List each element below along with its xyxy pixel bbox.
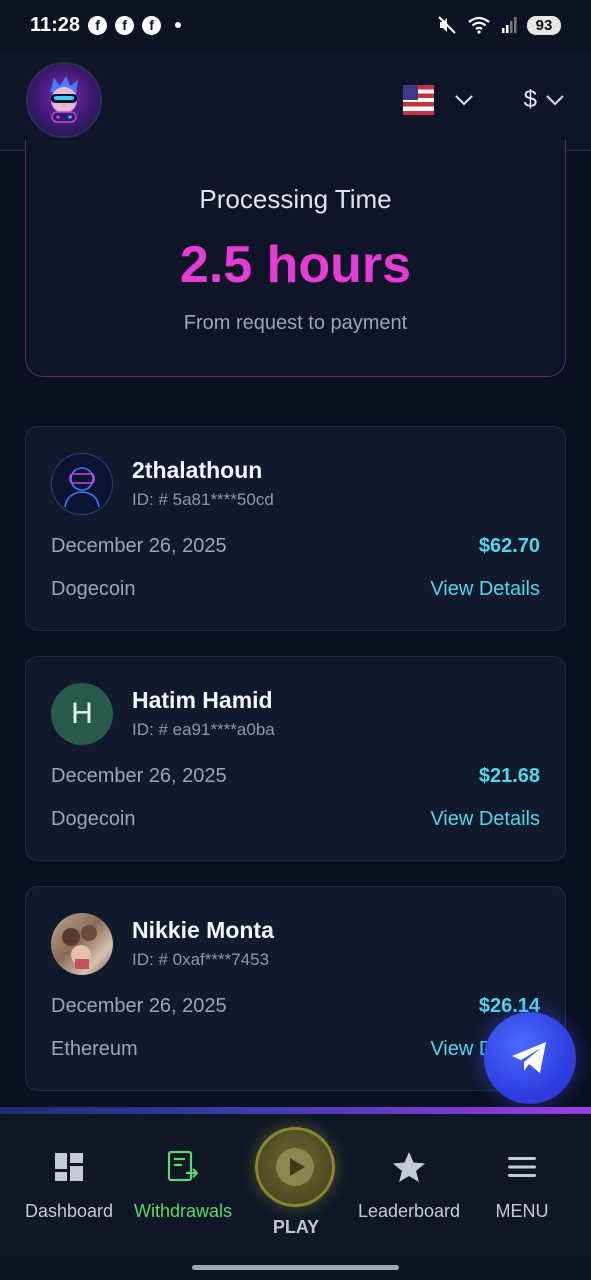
- withdrawal-coin: Dogecoin: [51, 578, 136, 600]
- mute-icon: [438, 16, 456, 34]
- home-indicator: [0, 1257, 591, 1280]
- withdrawal-date: December 26, 2025: [51, 995, 227, 1017]
- withdrawal-card: H Hatim Hamid ID: # ea91****a0ba Decembe…: [25, 656, 566, 861]
- nav-play[interactable]: PLAY: [255, 1127, 337, 1238]
- status-time: 11:28: [30, 13, 81, 36]
- processing-time-card: Processing Time 2.5 hours From request t…: [25, 140, 566, 377]
- telegram-button[interactable]: [484, 1012, 576, 1104]
- bottom-nav: Dashboard Withdrawals PLAY Leaderboard M…: [0, 1107, 591, 1257]
- nav-leaderboard-label: Leaderboard: [357, 1201, 461, 1221]
- us-flag-icon[interactable]: [402, 85, 434, 115]
- withdrawal-date: December 26, 2025: [51, 765, 227, 787]
- nav-dashboard[interactable]: Dashboard: [9, 1147, 129, 1222]
- processing-value: 2.5 hours: [179, 236, 412, 294]
- wifi-icon: [468, 16, 490, 34]
- user-name: Hatim Hamid: [132, 687, 273, 713]
- nav-menu-label: MENU: [495, 1201, 549, 1221]
- telegram-icon: [512, 1042, 546, 1073]
- user-avatar: [51, 453, 113, 515]
- nav-menu[interactable]: MENU: [462, 1147, 582, 1222]
- play-button[interactable]: [255, 1127, 335, 1207]
- profile-photo: [62, 925, 97, 969]
- hamburger-menu-icon: [508, 1157, 536, 1177]
- nav-accent-bar: [0, 1107, 591, 1114]
- star-icon: [393, 1152, 425, 1182]
- nav-withdrawals-label: Withdrawals: [133, 1201, 233, 1221]
- language-chevron-down-icon[interactable]: [454, 94, 474, 106]
- user-avatar: H: [51, 683, 113, 745]
- withdrawal-card: 2thalathoun ID: # 5a81****50cd December …: [25, 426, 566, 631]
- nav-play-label: PLAY: [272, 1217, 320, 1237]
- user-name: Nikkie Monta: [132, 917, 274, 943]
- nav-leaderboard[interactable]: Leaderboard: [349, 1147, 469, 1222]
- withdrawal-date: December 26, 2025: [51, 535, 227, 557]
- dashboard-icon: [55, 1153, 83, 1181]
- withdrawal-amount: $21.68: [478, 765, 540, 787]
- signal-icon: [502, 17, 517, 33]
- gamer-mascot-icon: [50, 76, 78, 123]
- user-name: 2thalathoun: [132, 457, 263, 483]
- nav-dashboard-label: Dashboard: [24, 1201, 114, 1221]
- home-gesture-bar[interactable]: [192, 1265, 399, 1270]
- currency-selector[interactable]: $: [524, 86, 537, 114]
- user-id: ID: # 5a81****50cd: [132, 490, 274, 509]
- processing-title: Processing Time: [199, 184, 392, 214]
- facebook-notification-icon: f: [142, 15, 162, 35]
- vr-headset-icon: [64, 467, 100, 508]
- user-avatar-photo: [51, 913, 113, 975]
- status-bar: 11:28 f f f 93: [0, 0, 591, 50]
- user-id: ID: # 0xaf****7453: [132, 950, 270, 969]
- withdrawal-coin: Ethereum: [51, 1038, 138, 1060]
- facebook-notification-icon: f: [88, 15, 108, 35]
- app-header: $: [0, 50, 591, 151]
- withdrawal-amount: $62.70: [478, 535, 540, 557]
- view-details-link[interactable]: View Details: [430, 808, 540, 831]
- facebook-notification-icon: f: [115, 15, 135, 35]
- play-icon: [276, 1148, 314, 1186]
- withdrawal-coin: Dogecoin: [51, 808, 136, 830]
- processing-subtitle: From request to payment: [183, 312, 408, 334]
- more-notifications-icon: [175, 22, 182, 28]
- user-id: ID: # ea91****a0ba: [132, 720, 275, 739]
- app-logo[interactable]: [26, 62, 102, 138]
- withdrawals-icon: [167, 1150, 199, 1182]
- view-details-link[interactable]: View Details: [430, 578, 540, 601]
- nav-withdrawals[interactable]: Withdrawals: [123, 1147, 243, 1222]
- battery-indicator: 93: [527, 15, 561, 35]
- currency-chevron-down-icon[interactable]: [545, 94, 565, 106]
